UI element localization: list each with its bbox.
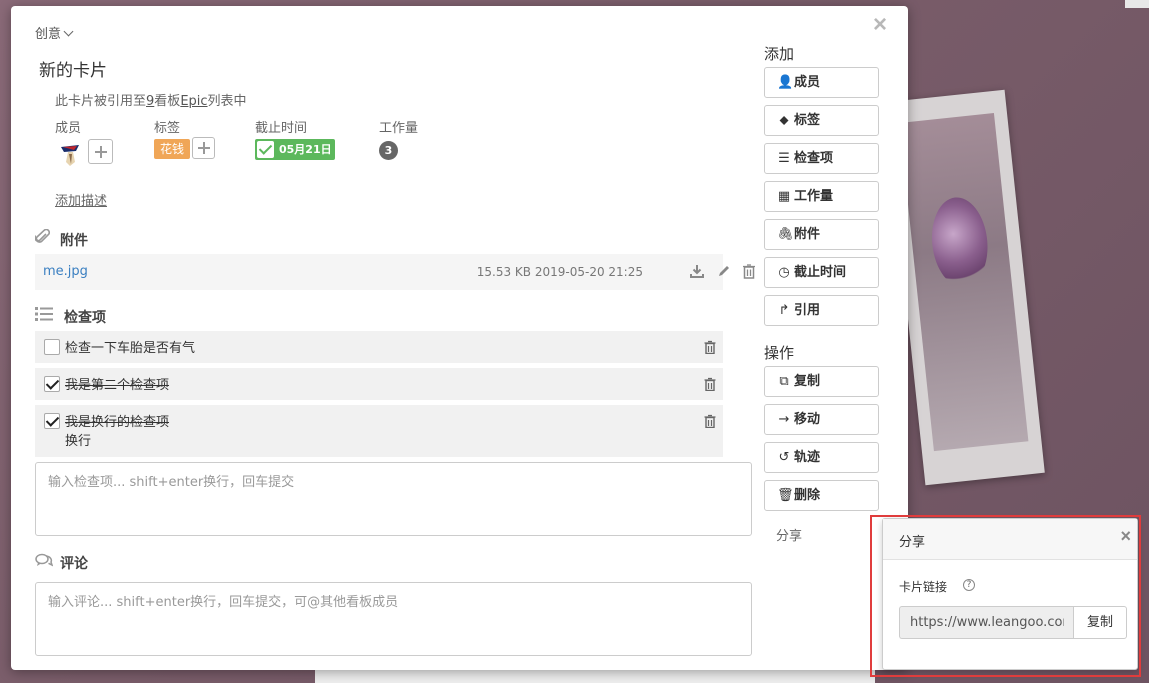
due-date-chip[interactable]: 05月21日 [255, 139, 335, 160]
button-label: 附件 [794, 227, 821, 242]
background-strip [315, 670, 875, 683]
delete-card-button[interactable]: 🗑删除 [764, 480, 879, 511]
checklist-item: 我是换行的检查项 换行 [35, 405, 723, 457]
add-reference-button[interactable]: ↱ 引用 [764, 295, 879, 326]
chevron-down-icon [63, 26, 74, 37]
ref-suffix: 列表中 [207, 94, 247, 109]
user-add-icon: 👤 [777, 75, 794, 90]
member-avatar[interactable] [59, 142, 81, 168]
checklist-checkbox[interactable] [44, 376, 60, 392]
checklist-item: 我是第二个检查项 [35, 368, 723, 400]
checklist-item-text[interactable]: 我是换行的检查项 换行 [65, 413, 169, 451]
checklist-item: 检查一下车胎是否有气 [35, 331, 723, 363]
board-selector[interactable]: 创意 [35, 23, 74, 42]
checklist-item-text[interactable]: 我是第二个检查项 [65, 376, 169, 395]
delete-icon[interactable] [704, 377, 716, 391]
attachment-meta: 15.53 KB 2019-05-20 21:25 [477, 265, 643, 279]
history-button[interactable]: ↺ 轨迹 [764, 442, 879, 473]
checklist-item-line2: 换行 [65, 434, 92, 449]
comment-input[interactable] [36, 583, 751, 655]
tags-label: 标签 [154, 121, 181, 136]
clock-icon: ◷ [778, 265, 790, 280]
add-attachment-button[interactable]: 🖇附件 [764, 219, 879, 250]
comment-icon [35, 553, 53, 567]
comment-input-box [35, 582, 752, 656]
add-member-button[interactable] [88, 139, 113, 164]
download-icon[interactable] [690, 263, 704, 279]
workload-badge[interactable]: 3 [379, 141, 398, 160]
add-member-sidebar-button[interactable]: 👤成员 [764, 67, 879, 98]
due-date-text: 05月21日 [279, 143, 332, 156]
button-label: 工作量 [794, 189, 834, 204]
button-label: 复制 [794, 374, 821, 389]
delete-icon[interactable] [704, 340, 716, 354]
card-title[interactable]: 新的卡片 [39, 56, 107, 81]
reference-info: 此卡片被引用至9看板Epic列表中 [55, 90, 247, 109]
checklist-item-line1: 我是换行的检查项 [65, 415, 170, 430]
history-icon: ↺ [778, 450, 790, 465]
button-label: 引用 [794, 303, 821, 318]
background-flower [927, 194, 992, 290]
comments-title: 评论 [60, 556, 88, 572]
checklist-title: 检查项 [64, 310, 106, 326]
trash-icon: 🗑 [777, 488, 794, 503]
grid-icon: ▦ [777, 189, 791, 204]
attachment-row: me.jpg 15.53 KB 2019-05-20 21:25 [35, 254, 755, 290]
delete-icon[interactable] [704, 414, 716, 428]
members-label: 成员 [55, 121, 82, 136]
add-description-link[interactable]: 添加描述 [55, 190, 107, 209]
list-icon [35, 307, 53, 321]
ref-list-link[interactable]: Epic [180, 94, 207, 109]
list-icon: ☰ [778, 151, 790, 166]
due-complete-checkbox[interactable] [257, 141, 274, 158]
share-link[interactable]: 分享 [776, 525, 802, 544]
paperclip-icon: 🖇 [777, 227, 794, 242]
paperclip-icon [35, 229, 50, 243]
card-detail-modal: × 创意 新的卡片 此卡片被引用至9看板Epic列表中 成员 标签 截止时间 工… [11, 6, 908, 670]
button-label: 截止时间 [794, 265, 847, 280]
board-name: 创意 [35, 27, 62, 42]
add-workload-button[interactable]: ▦ 工作量 [764, 181, 879, 212]
checklist-item-text[interactable]: 检查一下车胎是否有气 [65, 339, 195, 358]
attachment-size: 15.53 KB [476, 265, 532, 279]
ref-prefix: 此卡片被引用至 [55, 94, 147, 109]
button-label: 轨迹 [794, 450, 821, 465]
share-arrow-icon: ↱ [778, 303, 790, 318]
background-corner [1125, 0, 1149, 8]
checklist-checkbox[interactable] [44, 339, 60, 355]
checklist-checkbox[interactable] [44, 413, 60, 429]
background-photo [899, 113, 1029, 452]
button-label: 移动 [794, 412, 821, 427]
add-tag-button[interactable] [192, 137, 215, 159]
workload-label: 工作量 [379, 121, 419, 136]
arrow-right-icon: → [778, 412, 790, 427]
add-due-date-button[interactable]: ◷ 截止时间 [764, 257, 879, 288]
copy-card-button[interactable]: ⧉ 复制 [764, 366, 879, 397]
button-label: 标签 [794, 113, 821, 128]
add-tag-sidebar-button[interactable]: ⬥ 标签 [764, 105, 879, 136]
tag-chip[interactable]: 花钱 [154, 139, 191, 159]
button-label: 删除 [794, 488, 821, 503]
copy-icon: ⧉ [779, 374, 789, 389]
add-checklist-button[interactable]: ☰ 检查项 [764, 143, 879, 174]
operations-heading: 操作 [764, 344, 795, 362]
checklist-input[interactable] [36, 463, 751, 535]
edit-icon[interactable] [717, 263, 731, 279]
add-heading: 添加 [764, 45, 795, 63]
button-label: 成员 [794, 75, 821, 90]
close-icon[interactable]: × [873, 13, 891, 37]
highlight-box [870, 515, 1141, 677]
tag-icon: ⬥ [779, 113, 789, 128]
due-label: 截止时间 [255, 121, 308, 136]
attachment-link[interactable]: me.jpg [43, 264, 88, 279]
checklist-input-box [35, 462, 752, 536]
ref-mid: 看板 [154, 94, 181, 109]
move-card-button[interactable]: → 移动 [764, 404, 879, 435]
attachments-title: 附件 [60, 233, 88, 249]
delete-icon[interactable] [742, 263, 756, 279]
attachment-date: 2019-05-20 21:25 [534, 265, 643, 279]
button-label: 检查项 [794, 151, 834, 166]
